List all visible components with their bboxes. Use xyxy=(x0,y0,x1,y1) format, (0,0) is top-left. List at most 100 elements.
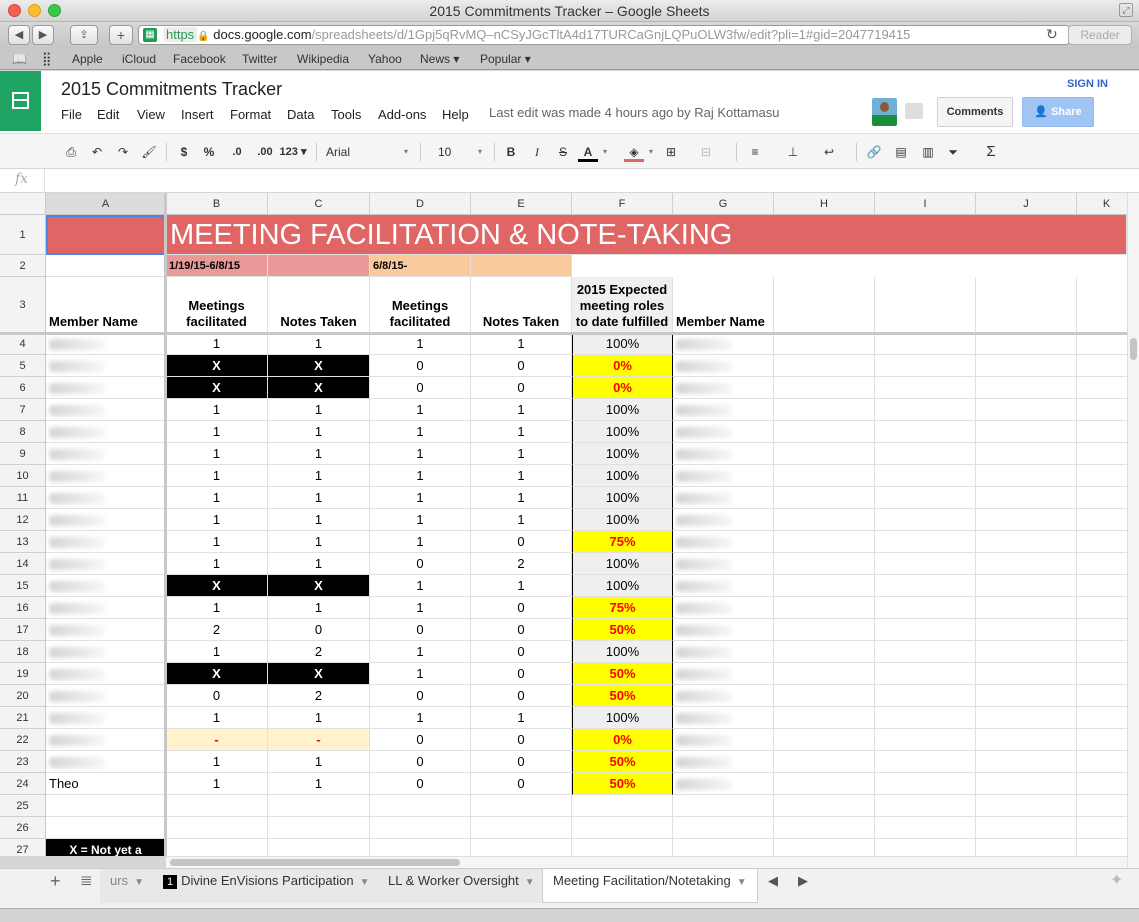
data-cell-d[interactable]: 0 xyxy=(370,355,471,377)
bookmark-popular[interactable]: Popular ▾ xyxy=(480,48,531,70)
cell-empty[interactable] xyxy=(875,685,976,707)
member-name-cell-2[interactable] xyxy=(673,729,774,751)
cell-empty[interactable] xyxy=(875,729,976,751)
cell-empty[interactable] xyxy=(471,839,572,856)
data-cell-d[interactable]: 0 xyxy=(370,553,471,575)
data-cell-e[interactable]: 1 xyxy=(471,443,572,465)
data-cell-d[interactable]: 1 xyxy=(370,641,471,663)
percent-fulfilled-cell[interactable]: 100% xyxy=(572,421,673,443)
data-cell-b[interactable]: 2 xyxy=(166,619,268,641)
member-name-cell[interactable] xyxy=(46,421,166,443)
cell-empty[interactable] xyxy=(774,509,875,531)
data-cell-d[interactable]: 0 xyxy=(370,619,471,641)
data-cell-d[interactable]: 1 xyxy=(370,509,471,531)
cell-empty[interactable] xyxy=(976,553,1077,575)
italic-button[interactable]: I xyxy=(528,142,546,162)
cell-empty[interactable] xyxy=(875,553,976,575)
data-cell-e[interactable]: 0 xyxy=(471,685,572,707)
vertical-scrollbar[interactable] xyxy=(1127,193,1139,868)
cell-empty[interactable] xyxy=(976,729,1077,751)
cell-empty[interactable] xyxy=(774,277,875,333)
horizontal-scroll-thumb[interactable] xyxy=(170,859,460,866)
data-cell-e[interactable]: 0 xyxy=(471,773,572,795)
data-cell-b[interactable]: X xyxy=(166,377,268,399)
share-button[interactable]: 👤 Share xyxy=(1022,97,1094,127)
cell-empty[interactable] xyxy=(1077,663,1127,685)
column-header-d[interactable]: D xyxy=(370,193,471,215)
data-cell-d[interactable]: 1 xyxy=(370,443,471,465)
cell-empty[interactable] xyxy=(774,729,875,751)
cell-empty[interactable] xyxy=(471,795,572,817)
cell-empty[interactable] xyxy=(673,817,774,839)
bookmark-facebook[interactable]: Facebook xyxy=(173,48,226,70)
data-cell-d[interactable]: 1 xyxy=(370,575,471,597)
data-cell-e[interactable]: 1 xyxy=(471,333,572,355)
percent-fulfilled-cell[interactable]: 75% xyxy=(572,597,673,619)
avatar[interactable] xyxy=(872,98,897,126)
zoom-window-button[interactable] xyxy=(48,4,61,17)
percent-fulfilled-cell[interactable]: 100% xyxy=(572,553,673,575)
header-notes-taken-1[interactable]: Notes Taken xyxy=(268,277,370,333)
data-cell-b[interactable]: 1 xyxy=(166,597,268,619)
cell-empty[interactable] xyxy=(875,333,976,355)
cell-empty[interactable] xyxy=(774,355,875,377)
member-name-cell-2[interactable] xyxy=(673,663,774,685)
member-name-cell[interactable]: Theo xyxy=(46,773,166,795)
cell-empty[interactable] xyxy=(1077,355,1127,377)
cell-empty[interactable] xyxy=(976,333,1077,355)
data-cell-c[interactable]: 1 xyxy=(268,465,370,487)
row-header[interactable]: 26 xyxy=(0,817,46,839)
cell-empty[interactable] xyxy=(1077,619,1127,641)
member-name-cell[interactable] xyxy=(46,443,166,465)
percent-fulfilled-cell[interactable]: 0% xyxy=(572,729,673,751)
cell-empty[interactable] xyxy=(875,575,976,597)
member-name-cell-2[interactable] xyxy=(673,377,774,399)
more-formats-dropdown[interactable]: 123 ▾ xyxy=(276,142,310,162)
data-cell-e[interactable]: 1 xyxy=(471,465,572,487)
data-cell-b[interactable]: 1 xyxy=(166,399,268,421)
member-name-cell-2[interactable] xyxy=(673,619,774,641)
merge-cells-icon[interactable]: ⊟ xyxy=(696,142,716,162)
member-name-cell-2[interactable] xyxy=(673,575,774,597)
cell-empty[interactable] xyxy=(774,641,875,663)
member-name-cell[interactable] xyxy=(46,333,166,355)
period-1-fill[interactable] xyxy=(268,255,370,277)
share-page-icon[interactable]: ⇪ xyxy=(70,25,98,45)
currency-format-button[interactable]: $ xyxy=(176,142,192,162)
header-expected-roles[interactable]: 2015 Expected meeting roles to date fulf… xyxy=(572,277,673,333)
cell-empty[interactable] xyxy=(166,817,268,839)
sheets-logo-icon[interactable] xyxy=(0,71,41,131)
decrease-decimal-button[interactable]: .0 xyxy=(226,142,248,162)
cell-empty[interactable] xyxy=(976,663,1077,685)
explore-icon[interactable]: ✦ xyxy=(1100,869,1133,903)
data-cell-d[interactable]: 0 xyxy=(370,751,471,773)
cell-empty[interactable] xyxy=(268,839,370,856)
cell-empty[interactable] xyxy=(774,443,875,465)
redo-icon[interactable]: ↷ xyxy=(114,142,132,162)
cell-a2[interactable] xyxy=(46,255,166,277)
member-name-cell[interactable] xyxy=(46,465,166,487)
print-icon[interactable]: ⎙ xyxy=(62,142,80,162)
menu-data[interactable]: Data xyxy=(287,107,314,122)
borders-icon[interactable]: ⊞ xyxy=(662,142,680,162)
member-name-cell[interactable] xyxy=(46,553,166,575)
menu-addons[interactable]: Add-ons xyxy=(378,107,426,122)
cell-empty[interactable] xyxy=(875,399,976,421)
percent-fulfilled-cell[interactable]: 100% xyxy=(572,399,673,421)
data-cell-e[interactable]: 1 xyxy=(471,509,572,531)
cell-empty[interactable] xyxy=(1077,773,1127,795)
percent-fulfilled-cell[interactable]: 50% xyxy=(572,751,673,773)
cell-empty[interactable] xyxy=(774,619,875,641)
data-cell-c[interactable]: 1 xyxy=(268,443,370,465)
row-header[interactable]: 27 xyxy=(0,839,46,856)
data-cell-b[interactable]: X xyxy=(166,575,268,597)
data-cell-d[interactable]: 0 xyxy=(370,377,471,399)
menu-file[interactable]: File xyxy=(61,107,82,122)
member-name-cell-2[interactable] xyxy=(673,443,774,465)
data-cell-b[interactable]: 1 xyxy=(166,773,268,795)
bookmark-yahoo[interactable]: Yahoo xyxy=(368,48,402,70)
cell-empty[interactable] xyxy=(1077,531,1127,553)
cell-empty[interactable] xyxy=(1077,817,1127,839)
data-cell-d[interactable]: 1 xyxy=(370,663,471,685)
header-meetings-facilitated-1[interactable]: Meetings facilitated xyxy=(166,277,268,333)
